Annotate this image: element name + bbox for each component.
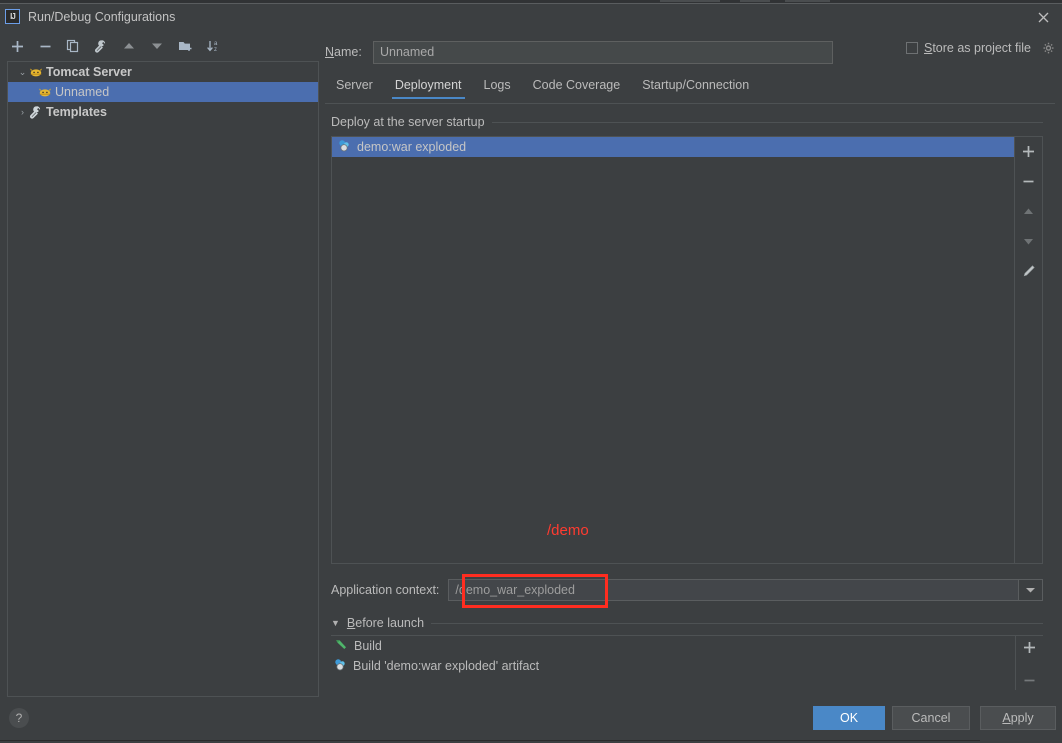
move-artifact-down-button[interactable] [1019,231,1039,251]
tree-node-tomcat-server[interactable]: ⌄ Tomcat Server [8,62,318,82]
tree-node-label: Templates [46,105,107,119]
name-input[interactable] [373,40,833,64]
apply-mnemonic: A [1002,711,1011,725]
dialog-footer: ? OK Cancel Apply [0,697,1062,741]
before-launch-list[interactable]: Build Build 'demo:war exploded' artifact [331,636,1015,690]
chevron-down-icon[interactable] [1018,580,1042,600]
cancel-button[interactable]: Cancel [892,706,970,730]
store-as-project-file-checkbox[interactable] [905,42,918,54]
before-launch-mnemonic: B [346,616,356,630]
deployment-item-label: demo:war exploded [357,140,467,154]
deployment-list-container: demo:war exploded /demo [331,136,1043,564]
dialog-title: Run/Debug Configurations [28,9,176,24]
add-configuration-button[interactable] [8,37,26,55]
application-context-label: Application context: [331,583,440,597]
before-launch-item-artifact[interactable]: Build 'demo:war exploded' artifact [331,656,1015,676]
deployment-list-toolbar [1014,137,1042,563]
move-artifact-up-button[interactable] [1019,201,1039,221]
before-launch-divider [431,622,1043,624]
demo-annotation: /demo [547,522,589,539]
move-down-button[interactable] [148,37,166,55]
group-header: Deploy at the server startup [331,114,1043,130]
name-label-rest: ame: [334,45,362,59]
before-launch-item-label: Build [354,639,382,653]
tree-node-unnamed[interactable]: Unnamed [8,82,318,102]
tomcat-icon [29,65,46,79]
tab-deployment[interactable]: Deployment [384,76,473,99]
wrench-icon[interactable] [92,37,110,55]
apply-button[interactable]: Apply [980,706,1056,730]
add-before-launch-task-button[interactable] [1020,638,1040,657]
application-context-combobox[interactable] [448,579,1043,601]
tree-node-label: Tomcat Server [46,65,132,79]
configurations-toolbar: a z [0,32,320,60]
tab-server[interactable]: Server [325,76,384,99]
apply-label-rest: pply [1010,711,1034,725]
footer-divider [0,740,980,741]
artifact-icon [338,139,351,155]
tab-startup-connection[interactable]: Startup/Connection [631,76,760,99]
edit-artifact-button[interactable] [1019,261,1039,281]
before-launch-toolbar [1015,636,1043,690]
name-label: Name: [325,45,373,59]
artifact-icon [334,658,347,674]
wrench-icon [29,105,46,119]
gear-icon[interactable] [1041,41,1055,55]
ok-button[interactable]: OK [813,706,885,730]
copy-configuration-button[interactable] [64,37,82,55]
group-divider [491,121,1043,123]
configurations-tree[interactable]: ⌄ Tomcat Server Unnamed › Templates [7,61,319,697]
store-as-project-file-row[interactable]: Store as project file [905,41,1055,55]
configuration-editor-pane: Name: Store as project file Server Deplo… [325,32,1055,692]
move-up-button[interactable] [120,37,138,55]
editor-tabs[interactable]: Server Deployment Logs Code Coverage Sta… [325,76,1055,104]
before-launch-item-label: Build 'demo:war exploded' artifact [353,659,540,673]
store-as-project-file-label: Store as project file [924,41,1031,55]
before-launch-header[interactable]: ▼ Before launch [331,615,1043,631]
deployment-list-item[interactable]: demo:war exploded [332,137,1014,157]
chevron-down-icon[interactable]: ▼ [331,618,340,628]
tomcat-icon [38,85,55,99]
remove-before-launch-task-button[interactable] [1020,671,1040,690]
remove-configuration-button[interactable] [36,37,54,55]
tab-code-coverage[interactable]: Code Coverage [522,76,632,99]
name-label-mnemonic: N [325,45,335,59]
before-launch-body: Build Build 'demo:war exploded' artifact [331,635,1043,690]
before-launch-item-build[interactable]: Build [331,636,1015,656]
add-artifact-button[interactable] [1019,141,1039,161]
run-debug-configurations-dialog: IJ Run/Debug Configurations a z ⌄ Tomcat… [0,3,1062,741]
chevron-right-icon[interactable]: › [16,107,29,117]
before-launch-title-rest: efore launch [355,616,425,630]
close-icon[interactable] [1034,8,1052,26]
folder-add-icon[interactable] [176,37,194,55]
tree-node-templates[interactable]: › Templates [8,102,318,122]
dialog-titlebar: IJ Run/Debug Configurations [0,4,1062,29]
svg-text:z: z [214,47,217,53]
sort-az-icon[interactable]: a z [204,37,222,55]
intellij-idea-icon: IJ [5,9,20,24]
remove-artifact-button[interactable] [1019,171,1039,191]
deployment-list[interactable]: demo:war exploded /demo [332,137,1014,563]
tab-logs[interactable]: Logs [473,76,522,99]
before-launch-group: ▼ Before launch Build Build 'demo:war ex… [331,615,1043,690]
application-context-row: Application context: [331,578,1043,602]
chevron-down-icon[interactable]: ⌄ [16,67,29,78]
application-context-input[interactable] [449,580,1018,600]
before-launch-title: Before launch [347,616,424,630]
deploy-at-server-startup-group: Deploy at the server startup demo:war ex… [331,114,1043,569]
build-hammer-icon [334,638,348,655]
store-label-rest: tore as project file [932,41,1031,55]
group-title: Deploy at the server startup [331,115,485,129]
help-button[interactable]: ? [9,708,29,728]
tree-node-label: Unnamed [55,85,110,99]
